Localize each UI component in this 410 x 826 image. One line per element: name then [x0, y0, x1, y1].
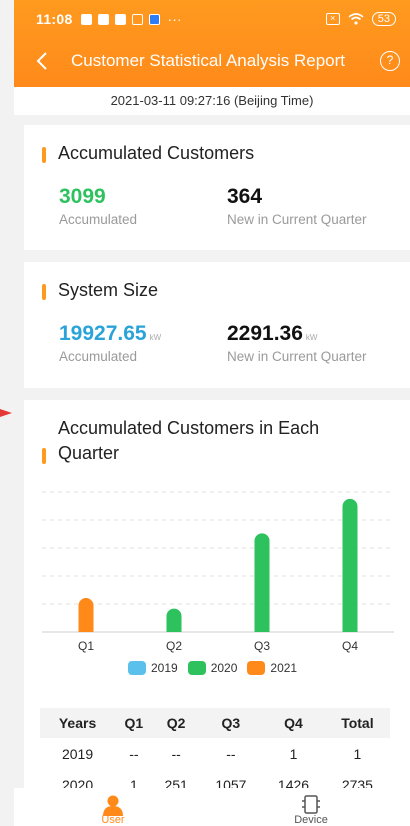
table-cell: -- [226, 745, 236, 762]
table-header-cell: Q1 [115, 708, 153, 738]
legend-item[interactable]: 2020 [187, 661, 238, 675]
table-header-cell: Total [324, 708, 390, 738]
legend-label: 2021 [270, 661, 298, 675]
x-tick-label: Q2 [166, 639, 182, 653]
pointer-arrow-icon [0, 409, 12, 417]
legend-label: 2019 [151, 661, 178, 675]
legend-swatch [128, 661, 146, 675]
bar-2020-Q3[interactable] [254, 533, 270, 632]
bar-2020-Q4[interactable] [342, 498, 358, 632]
bar-2021-Q1[interactable] [78, 598, 94, 632]
table-header-cell: Years [40, 708, 116, 738]
tab-device[interactable]: Device [212, 788, 410, 826]
legend-item[interactable]: 2019 [128, 661, 178, 675]
device-icon [302, 795, 320, 814]
user-icon [103, 795, 123, 816]
table-header-cell: Q4 [262, 708, 325, 738]
legend-swatch [247, 661, 266, 675]
tab-label: Device [294, 814, 328, 826]
table-cell: 1 [289, 745, 298, 762]
quarter-bar-chart: Q1 Q2 Q3 Q4 [42, 491, 394, 653]
legend-swatch [187, 661, 206, 675]
table-row: 2019 -- -- -- 1 1 [40, 738, 390, 769]
bottom-tab-bar: User Device [14, 788, 410, 826]
x-tick-label: Q1 [78, 639, 94, 653]
table-cell: -- [171, 745, 181, 762]
quarter-table: Years Q1 Q2 Q3 Q4 Total 2019 -- -- -- 1 1 2020 1 251 1… [40, 708, 390, 800]
x-tick-label: Q4 [342, 639, 358, 653]
table-header-cell: Q2 [152, 708, 200, 738]
chart-legend: 2019 2020 2021 [128, 661, 297, 675]
table-cell: 2019 [61, 745, 94, 762]
table-header-cell: Q3 [199, 708, 263, 738]
table-cell: 1 [353, 745, 362, 762]
x-tick-label: Q3 [254, 639, 270, 653]
tab-label: User [101, 814, 125, 826]
table-cell: -- [129, 745, 139, 762]
legend-label: 2020 [210, 661, 238, 675]
legend-item[interactable]: 2021 [247, 661, 297, 675]
table-header-row: Years Q1 Q2 Q3 Q4 Total [40, 708, 390, 738]
tab-user[interactable]: User [14, 788, 212, 826]
bar-2020-Q2[interactable] [166, 608, 182, 632]
